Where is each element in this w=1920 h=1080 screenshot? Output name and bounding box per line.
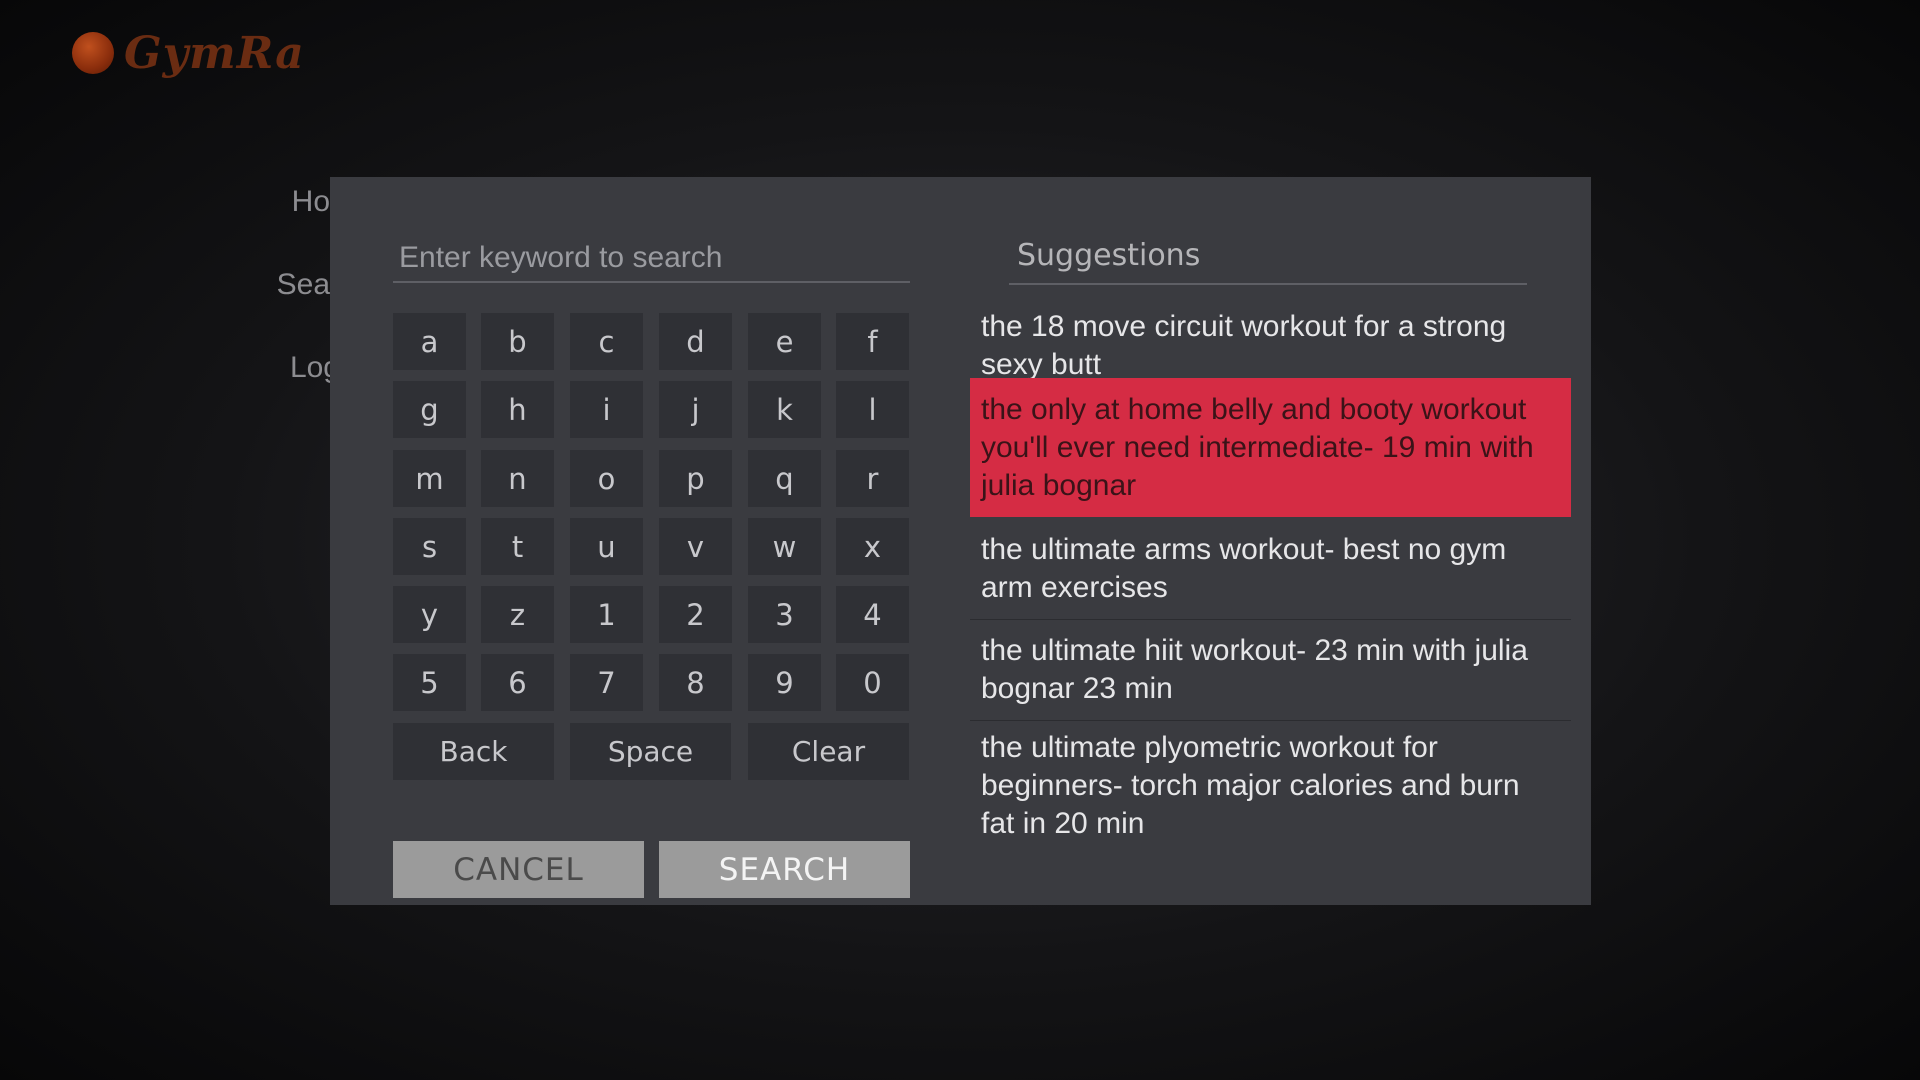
key-m[interactable]: m <box>393 450 466 507</box>
app-screen: GymRa Hor Sear Log abcdefghijklmnopqrstu… <box>0 0 1920 1080</box>
key-6[interactable]: 6 <box>481 654 554 711</box>
app-logo: GymRa <box>72 27 305 79</box>
key-q[interactable]: q <box>748 450 821 507</box>
logo-wordmark: GymRa <box>124 27 305 79</box>
key-k[interactable]: k <box>748 381 821 438</box>
key-h[interactable]: h <box>481 381 554 438</box>
suggestion-item[interactable]: the ultimate hiit workout- 23 min with j… <box>970 620 1571 721</box>
key-g[interactable]: g <box>393 381 466 438</box>
key-4[interactable]: 4 <box>836 586 909 643</box>
key-y[interactable]: y <box>393 586 466 643</box>
key-2[interactable]: 2 <box>659 586 732 643</box>
suggestions-title: Suggestions <box>1017 238 1201 273</box>
key-v[interactable]: v <box>659 518 732 575</box>
key-5[interactable]: 5 <box>393 654 466 711</box>
space-key[interactable]: Space <box>570 723 731 780</box>
cancel-button[interactable]: CANCEL <box>393 841 644 898</box>
key-o[interactable]: o <box>570 450 643 507</box>
key-8[interactable]: 8 <box>659 654 732 711</box>
key-b[interactable]: b <box>481 313 554 370</box>
key-z[interactable]: z <box>481 586 554 643</box>
search-dialog: abcdef ghijkl mnopqr stuvwx yz1234 567890 Back… <box>330 177 1591 905</box>
key-d[interactable]: d <box>659 313 732 370</box>
key-l[interactable]: l <box>836 381 909 438</box>
key-s[interactable]: s <box>393 518 466 575</box>
suggestion-item[interactable]: the only at home belly and booty workout… <box>970 378 1571 517</box>
key-t[interactable]: t <box>481 518 554 575</box>
suggestion-item[interactable]: the 18 move circuit workout for a strong… <box>970 310 1571 381</box>
key-1[interactable]: 1 <box>570 586 643 643</box>
key-e[interactable]: e <box>748 313 821 370</box>
key-3[interactable]: 3 <box>748 586 821 643</box>
key-w[interactable]: w <box>748 518 821 575</box>
key-r[interactable]: r <box>836 450 909 507</box>
key-7[interactable]: 7 <box>570 654 643 711</box>
suggestions-header: Suggestions <box>1009 233 1527 285</box>
key-0[interactable]: 0 <box>836 654 909 711</box>
key-p[interactable]: p <box>659 450 732 507</box>
search-input[interactable] <box>393 235 910 283</box>
key-u[interactable]: u <box>570 518 643 575</box>
back-key[interactable]: Back <box>393 723 554 780</box>
sun-logo-icon <box>72 32 114 74</box>
key-j[interactable]: j <box>659 381 732 438</box>
key-9[interactable]: 9 <box>748 654 821 711</box>
key-f[interactable]: f <box>836 313 909 370</box>
key-c[interactable]: c <box>570 313 643 370</box>
clear-key[interactable]: Clear <box>748 723 909 780</box>
key-i[interactable]: i <box>570 381 643 438</box>
key-a[interactable]: a <box>393 313 466 370</box>
key-n[interactable]: n <box>481 450 554 507</box>
suggestion-item[interactable]: the ultimate arms workout- best no gym a… <box>970 518 1571 620</box>
suggestion-item[interactable]: the ultimate plyometric workout for begi… <box>970 721 1571 851</box>
search-button[interactable]: SEARCH <box>659 841 910 898</box>
key-x[interactable]: x <box>836 518 909 575</box>
